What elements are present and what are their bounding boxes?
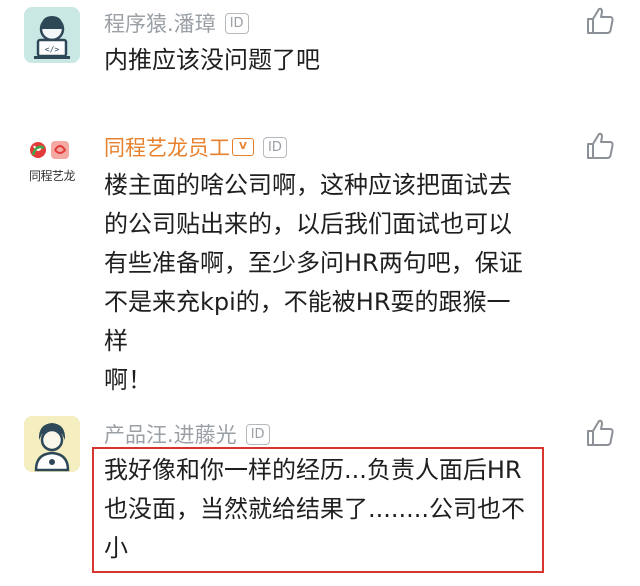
highlight-box [92, 447, 544, 573]
like-button[interactable] [585, 6, 615, 36]
username[interactable]: 产品汪.进藤光 [104, 419, 237, 449]
id-badge: ID [263, 136, 287, 158]
name-row: 同程艺龙员工 V ID [104, 132, 287, 162]
username[interactable]: 同程艺龙员工 [104, 132, 230, 162]
avatar[interactable]: 同程艺龙 [24, 136, 80, 192]
verified-badge: V [232, 138, 254, 156]
comment-text: 楼主面的啥公司啊，这种应该把面试去 的公司贴出来的，以后我们面试也可以 有些准备… [104, 171, 523, 394]
svg-text:</>: </> [45, 45, 60, 54]
comment-text: 内推应该没问题了吧 [104, 46, 320, 74]
id-badge: ID [245, 423, 270, 445]
id-badge: ID [224, 12, 249, 34]
like-button[interactable] [585, 418, 615, 448]
company-name-label: 同程艺龙 [28, 169, 76, 183]
thumbs-up-icon [587, 419, 614, 446]
avatar[interactable] [24, 416, 80, 472]
programmer-avatar-icon: </> [24, 7, 80, 63]
like-button[interactable] [585, 131, 615, 161]
name-row: 产品汪.进藤光 ID [104, 419, 270, 449]
thumbs-up-icon [587, 7, 614, 34]
product-manager-avatar-icon [24, 416, 80, 472]
company-logo-icon [30, 141, 69, 159]
name-row: 程序猿.潘璋 ID [104, 8, 249, 38]
thumbs-up-icon [587, 132, 614, 159]
username[interactable]: 程序猿.潘璋 [104, 8, 216, 38]
avatar[interactable]: </> [24, 7, 80, 63]
